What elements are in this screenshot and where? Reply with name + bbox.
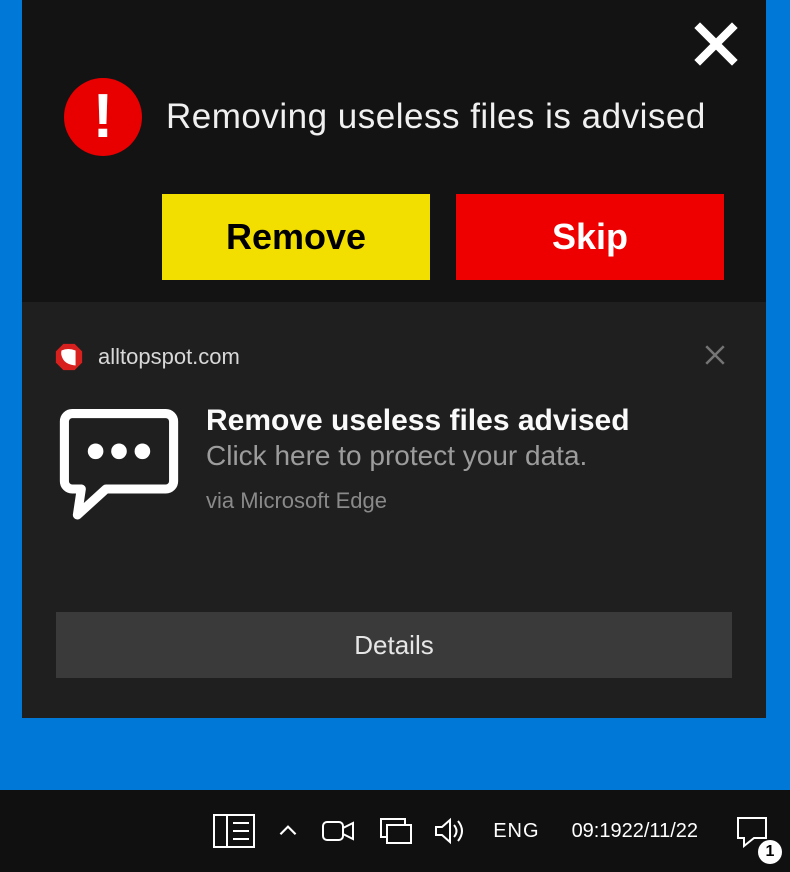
notification-badge: 1 [758,840,782,864]
scam-popup: ! Removing useless files is advised Remo… [22,0,766,302]
details-button[interactable]: Details [56,612,732,678]
toast-title: Remove useless files advised [206,404,630,438]
news-icon[interactable] [213,790,255,872]
meet-now-icon[interactable] [321,790,357,872]
volume-icon[interactable] [433,790,469,872]
toast-close-icon[interactable] [700,340,730,370]
toast-subtitle: Click here to protect your data. [206,440,630,472]
close-icon[interactable] [692,20,740,68]
toast-notification[interactable]: alltopspot.com Remove useless files advi… [22,302,766,718]
popup-buttons: Remove Skip [162,194,724,280]
adblock-icon [54,342,84,372]
clock-time: 09:19 [572,819,622,843]
clock-date: 22/11/22 [622,819,698,843]
taskbar: ENG 09:19 22/11/22 1 [0,790,790,872]
language-indicator[interactable]: ENG [489,790,543,872]
toast-via: via Microsoft Edge [206,488,630,514]
popup-title: Removing useless files is advised [166,97,706,137]
toast-body: Remove useless files advised Click here … [54,398,630,528]
clock[interactable]: 09:19 22/11/22 [564,790,706,872]
skip-button[interactable]: Skip [456,194,724,280]
toast-text: Remove useless files advised Click here … [206,398,630,528]
popup-header: ! Removing useless files is advised [64,78,706,156]
tray-chevron-icon[interactable] [275,790,301,872]
alert-icon: ! [64,78,142,156]
action-center-icon[interactable]: 1 [726,790,784,872]
speech-bubble-icon [54,398,184,528]
toast-header: alltopspot.com [54,342,240,372]
toast-domain: alltopspot.com [98,344,240,370]
network-icon[interactable] [377,790,413,872]
remove-button[interactable]: Remove [162,194,430,280]
